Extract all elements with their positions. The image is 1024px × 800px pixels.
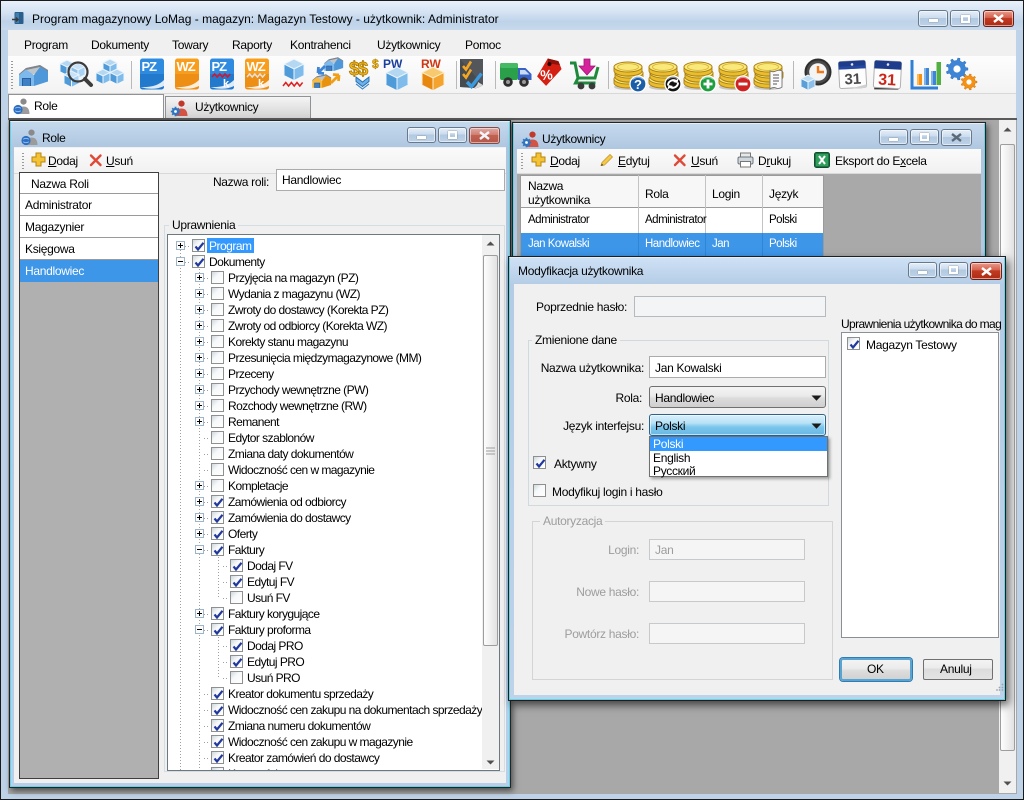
svg-text:31: 31 (878, 72, 897, 90)
svg-text:k: k (258, 78, 265, 90)
svg-text:$: $ (372, 57, 379, 71)
svg-text:31: 31 (844, 71, 862, 89)
svg-text:WZ: WZ (247, 59, 266, 74)
svg-text:$$: $$ (349, 59, 369, 80)
svg-text:%: % (540, 66, 554, 83)
svg-text:PZ: PZ (212, 59, 228, 74)
svg-text:WZ: WZ (177, 59, 196, 74)
svg-text:PZ: PZ (142, 59, 158, 74)
svg-text:?: ? (634, 77, 642, 92)
svg-text:k: k (223, 78, 230, 90)
